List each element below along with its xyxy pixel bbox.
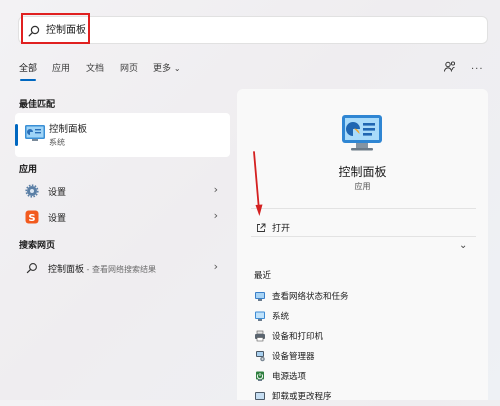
divider — [251, 208, 476, 209]
account-switch-icon[interactable] — [443, 60, 457, 74]
device-manager-icon — [256, 351, 265, 362]
programs-icon — [255, 392, 265, 400]
search-icon — [28, 25, 40, 37]
open-action[interactable]: 打开 — [272, 221, 290, 234]
best-match-type: 系统 — [49, 138, 65, 147]
recent-item[interactable]: 卸载或更改程序 — [254, 388, 474, 406]
printer-icon — [255, 330, 265, 342]
chevron-right-icon[interactable]: › — [214, 209, 218, 222]
active-tab-indicator — [20, 79, 36, 81]
control-panel-large-icon — [342, 115, 382, 151]
recent-item-label: 查看网络状态和任务 — [272, 292, 349, 302]
annotation-arrow — [253, 151, 263, 216]
apps-heading: 应用 — [19, 165, 38, 175]
recent-item[interactable]: 设备管理器 — [254, 348, 474, 366]
selection-accent — [15, 124, 18, 146]
more-options-icon[interactable]: ··· — [471, 64, 484, 75]
tab-more[interactable]: 更多 ⌄ — [153, 61, 181, 74]
search-input[interactable]: 控制面板 — [46, 24, 86, 37]
sogou-settings-icon: S — [25, 210, 39, 224]
search-icon — [26, 263, 37, 274]
tab-apps[interactable]: 应用 — [52, 61, 70, 74]
recent-item[interactable]: 设备和打印机 — [254, 328, 474, 346]
detail-app-name: 控制面板 — [338, 165, 387, 179]
web-search-label: 控制面板 - 查看网络搜索结果 — [48, 262, 156, 275]
chevron-right-icon[interactable]: › — [214, 260, 218, 273]
tab-all[interactable]: 全部 — [19, 61, 37, 74]
app-label: 设置 — [48, 214, 67, 224]
chevron-down-icon: ⌄ — [173, 64, 181, 73]
detail-app-type: 应用 — [354, 182, 371, 191]
recent-item-label: 系统 — [272, 312, 290, 322]
search-box[interactable]: 控制面板 — [18, 16, 488, 44]
web-search-suffix: - 查看网络搜索结果 — [84, 265, 156, 274]
recent-item[interactable]: 电源选项 — [254, 368, 474, 386]
web-search-term: 控制面板 — [48, 265, 85, 275]
control-panel-icon — [25, 125, 45, 141]
detail-panel: 控制面板 应用 打开 ⌄ 最近 查看网络状态和任务 系统 设备和打印机 设备管理… — [237, 89, 488, 402]
chevron-right-icon[interactable]: › — [214, 183, 218, 196]
tab-web[interactable]: 网页 — [120, 61, 138, 74]
chevron-down-icon[interactable]: ⌄ — [459, 240, 467, 251]
power-options-icon — [256, 371, 264, 381]
recent-item-label: 卸载或更改程序 — [272, 392, 332, 402]
recent-item-label: 电源选项 — [272, 372, 307, 382]
tab-more-label: 更多 — [153, 64, 172, 74]
recent-item[interactable]: 查看网络状态和任务 — [254, 288, 474, 306]
network-status-icon — [255, 292, 265, 301]
open-icon — [257, 223, 266, 232]
system-icon — [255, 311, 265, 321]
best-match-item[interactable]: 控制面板 系统 — [15, 113, 230, 157]
divider — [251, 236, 476, 237]
svg-text:S: S — [28, 213, 35, 224]
gear-icon — [25, 184, 39, 198]
web-search-result[interactable]: 控制面板 - 查看网络搜索结果 › — [15, 257, 230, 279]
recent-heading: 最近 — [254, 271, 272, 281]
recent-item[interactable]: 系统 — [254, 308, 474, 326]
app-result-settings[interactable]: 设置 › — [15, 180, 230, 202]
recent-item-label: 设备和打印机 — [272, 332, 324, 342]
best-match-heading: 最佳匹配 — [19, 100, 56, 110]
web-search-heading: 搜索网页 — [19, 241, 56, 251]
app-result-settings-2[interactable]: S 设置 › — [15, 206, 230, 228]
recent-item-label: 设备管理器 — [272, 352, 315, 362]
best-match-name: 控制面板 — [49, 124, 88, 135]
tab-documents[interactable]: 文档 — [86, 61, 104, 74]
app-label: 设置 — [48, 188, 67, 198]
